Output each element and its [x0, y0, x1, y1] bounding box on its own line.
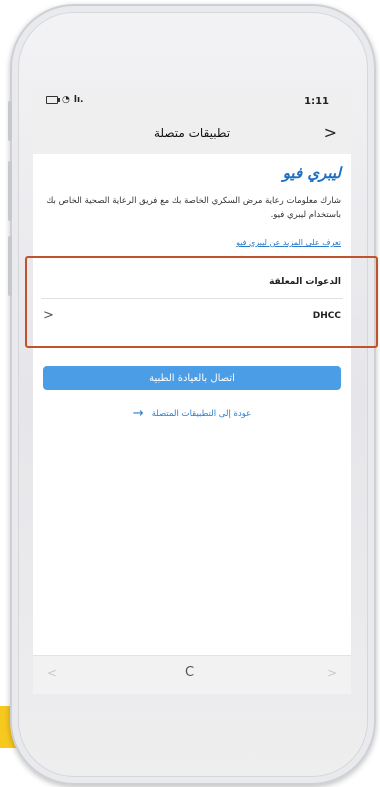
app-title: ليبري فيو — [282, 164, 341, 182]
back-chevron-icon[interactable]: > — [324, 123, 337, 142]
arrow-right-icon: → — [132, 406, 144, 421]
page-title: تطبيقات متصلة — [153, 126, 231, 140]
app-description: شارك معلومات رعاية مرض السكري الخاصة بك … — [46, 196, 341, 220]
learn-more-link[interactable]: تعرف على المزيد عن ليبري فيو — [236, 238, 341, 247]
battery-icon — [46, 96, 60, 104]
browser-back-icon[interactable]: < — [47, 666, 57, 680]
highlight-frame — [25, 256, 378, 348]
back-to-connected-apps-link[interactable]: عودة إلى التطبيقات المتصلة → — [33, 406, 351, 421]
volume-down-button — [8, 236, 12, 296]
volume-up-button — [8, 161, 12, 221]
status-time: 1:11 — [304, 96, 329, 107]
status-bar: ◔ lı. 1:11 — [33, 88, 351, 114]
signal-icon: lı. — [73, 95, 84, 105]
phone-screen: ◔ lı. 1:11 تطبيقات متصلة > ليبري فيو شار… — [33, 88, 351, 694]
mute-switch — [8, 101, 12, 141]
browser-forward-icon[interactable]: > — [327, 666, 337, 680]
reload-icon[interactable]: C — [185, 665, 194, 680]
back-to-apps-label: عودة إلى التطبيقات المتصلة — [151, 408, 252, 419]
navigation-bar: تطبيقات متصلة > — [33, 114, 351, 154]
connect-clinic-button[interactable]: اتصال بالعيادة الطبية — [43, 366, 341, 390]
wifi-icon: ◔ — [62, 95, 70, 105]
browser-toolbar: < C > — [33, 655, 351, 694]
